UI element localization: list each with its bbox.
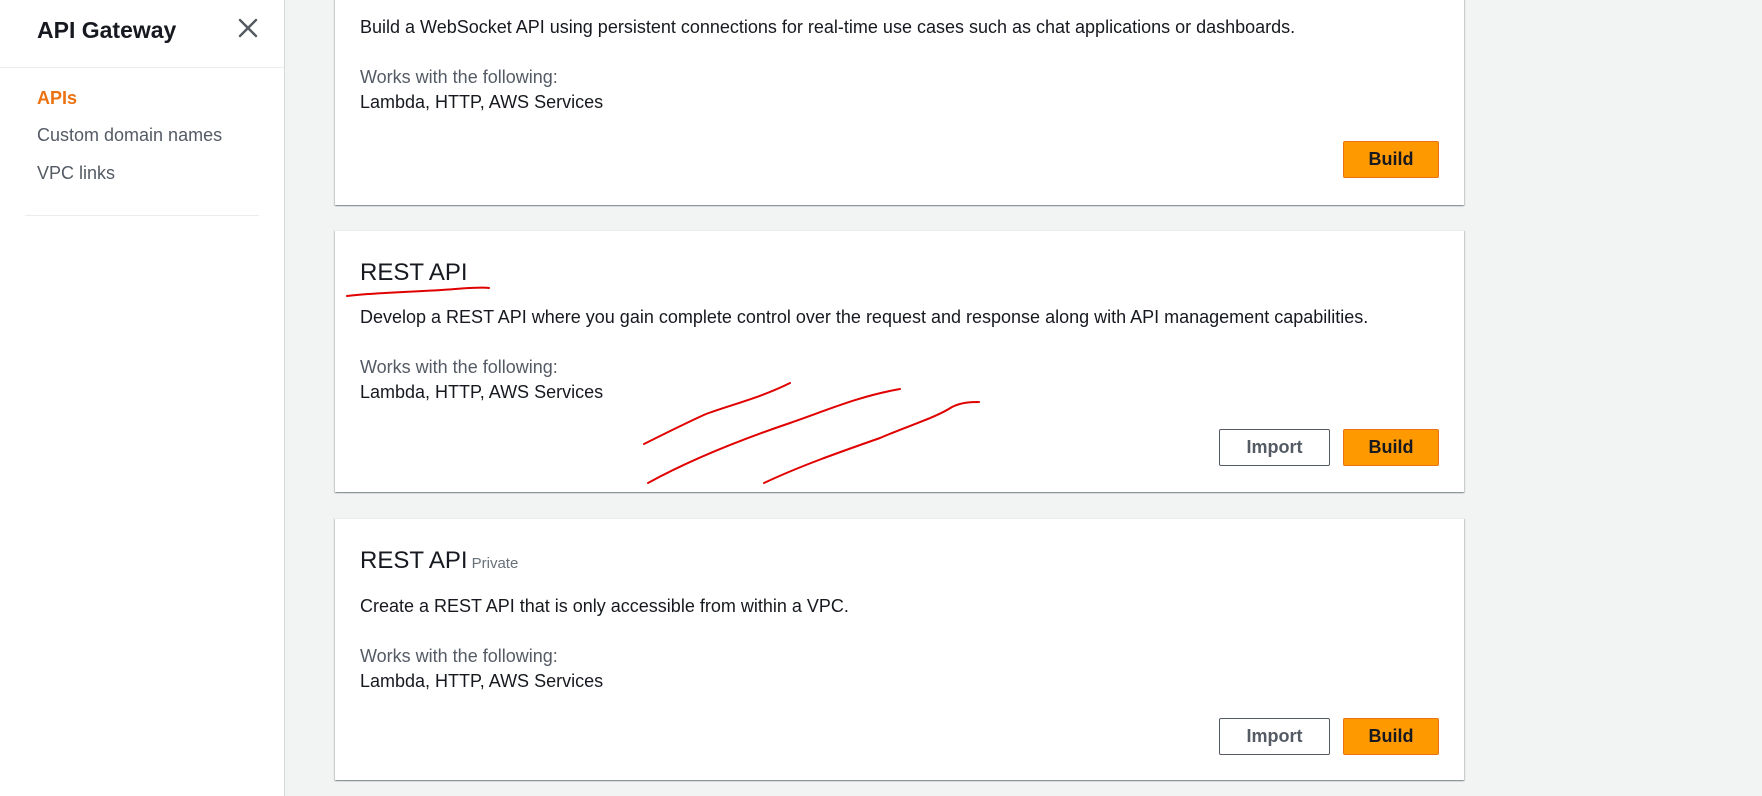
works-with-label: Works with the following: <box>360 646 558 666</box>
card-title: REST API Private <box>360 547 518 578</box>
works-with-label: Works with the following: <box>360 357 558 377</box>
close-icon[interactable] <box>234 14 262 42</box>
card-description: Create a REST API that is only accessibl… <box>360 596 849 616</box>
card-rest-api-private: REST API Private Create a REST API that i… <box>335 518 1464 780</box>
private-badge: Private <box>471 555 519 572</box>
nav-divider <box>25 215 259 216</box>
works-with-value: Lambda, HTTP, AWS Services <box>360 92 604 112</box>
card-title: REST API <box>360 259 468 286</box>
works-with-value: Lambda, HTTP, AWS Services <box>360 671 604 691</box>
works-with-label: Works with the following: <box>360 67 558 87</box>
card-rest-api: REST API Develop a REST API where you ga… <box>335 230 1464 492</box>
sidebar-item-apis[interactable]: APIs <box>37 87 77 109</box>
import-button[interactable]: Import <box>1219 429 1330 466</box>
import-button[interactable]: Import <box>1219 718 1330 755</box>
sidebar-item-vpc-links[interactable]: VPC links <box>37 162 115 184</box>
works-with-value: Lambda, HTTP, AWS Services <box>360 382 604 402</box>
card-description: Build a WebSocket API using persistent c… <box>360 17 1296 37</box>
build-button[interactable]: Build <box>1343 429 1439 466</box>
sidebar-title: API Gateway <box>37 17 177 43</box>
card-websocket-api: Build a WebSocket API using persistent c… <box>335 0 1464 205</box>
card-title-text: REST API <box>360 547 468 574</box>
sidebar: API Gateway APIs Custom domain names VPC… <box>0 0 285 796</box>
build-button[interactable]: Build <box>1343 718 1439 755</box>
card-description: Develop a REST API where you gain comple… <box>360 307 1369 327</box>
sidebar-header: API Gateway <box>0 0 284 68</box>
build-button[interactable]: Build <box>1343 141 1439 178</box>
sidebar-item-custom-domain-names[interactable]: Custom domain names <box>37 124 222 146</box>
